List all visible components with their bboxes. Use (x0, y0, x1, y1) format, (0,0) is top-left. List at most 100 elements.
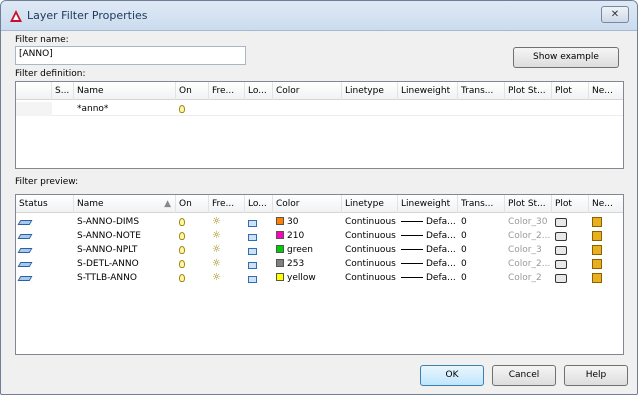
transparency-cell[interactable]: 0 (458, 215, 505, 229)
preview-col-freeze[interactable]: Fre... (209, 195, 245, 213)
color-cell[interactable]: 253 (273, 257, 342, 271)
close-button[interactable]: ✕ (601, 6, 629, 23)
preview-col-lineweight[interactable]: Lineweight (398, 195, 458, 213)
preview-col-linetype[interactable]: Linetype (342, 195, 398, 213)
lineweight-cell[interactable]: Defa... (398, 243, 458, 257)
preview-col-plotstyle[interactable]: Plot St... (505, 195, 552, 213)
plot-cell[interactable] (552, 215, 589, 229)
filter-definition-grid[interactable]: S... Name On Fre... Lo... Color Linetype… (15, 81, 624, 169)
plotstyle-cell[interactable]: Color_3 (505, 243, 552, 257)
transparency-cell[interactable]: 0 (458, 243, 505, 257)
color-cell[interactable]: yellow (273, 271, 342, 285)
newvp-cell[interactable] (589, 257, 623, 271)
definition-col-on[interactable]: On (176, 82, 209, 100)
definition-row[interactable]: *anno* (16, 102, 623, 116)
definition-col-plot[interactable]: Plot (552, 82, 589, 100)
definition-col-newvp[interactable]: Ne... (589, 82, 623, 100)
definition-col-lineweight[interactable]: Lineweight (398, 82, 458, 100)
plotstyle-cell[interactable]: Color_30 (505, 215, 552, 229)
definition-col-trans[interactable]: Trans... (458, 82, 505, 100)
definition-col-color[interactable]: Color (273, 82, 342, 100)
preview-col-name[interactable]: Name ▲ (74, 195, 176, 213)
lineweight-value: Defa... (426, 259, 456, 269)
on-cell[interactable] (176, 243, 209, 257)
on-cell[interactable] (176, 215, 209, 229)
lock-cell[interactable] (245, 271, 273, 285)
lock-cell[interactable] (245, 229, 273, 243)
linetype-cell[interactable]: Continuous (342, 271, 398, 285)
plot-cell[interactable] (552, 257, 589, 271)
definition-col-plotstyle[interactable]: Plot St... (505, 82, 552, 100)
definition-row-selector[interactable] (16, 102, 52, 116)
transparency-cell[interactable]: 0 (458, 229, 505, 243)
layer-status-icon (17, 234, 33, 239)
preview-row[interactable]: S-ANNO-DIMS ☼ 30 Continuous Defa... 0 Color_30 (16, 215, 623, 229)
new-vp-freeze-icon (592, 259, 602, 269)
newvp-cell[interactable] (589, 229, 623, 243)
filter-preview-label: Filter preview: (15, 177, 79, 187)
on-cell[interactable] (176, 257, 209, 271)
help-button[interactable]: Help (564, 365, 628, 386)
preview-col-plot[interactable]: Plot (552, 195, 589, 213)
lock-cell[interactable] (245, 243, 273, 257)
definition-col-linetype[interactable]: Linetype (342, 82, 398, 100)
plot-cell[interactable] (552, 229, 589, 243)
definition-name-cell[interactable]: *anno* (74, 102, 176, 116)
preview-row[interactable]: S-ANNO-NOTE ☼ 210 Continuous Defa... 0 Color_2… (16, 229, 623, 243)
preview-col-lock[interactable]: Lo... (245, 195, 273, 213)
preview-col-on[interactable]: On (176, 195, 209, 213)
plotstyle-cell[interactable]: Color_2... (505, 229, 552, 243)
lock-cell[interactable] (245, 257, 273, 271)
on-cell[interactable] (176, 229, 209, 243)
lock-cell[interactable] (245, 215, 273, 229)
definition-on-cell[interactable] (176, 102, 209, 116)
lineweight-cell[interactable]: Defa... (398, 257, 458, 271)
preview-col-trans[interactable]: Trans... (458, 195, 505, 213)
newvp-cell[interactable] (589, 215, 623, 229)
transparency-cell[interactable]: 0 (458, 271, 505, 285)
freeze-cell[interactable]: ☼ (209, 271, 245, 285)
color-cell[interactable]: 30 (273, 215, 342, 229)
color-cell[interactable]: green (273, 243, 342, 257)
definition-header-blank (16, 82, 52, 100)
definition-col-name[interactable]: Name (74, 82, 176, 100)
freeze-cell[interactable]: ☼ (209, 229, 245, 243)
lineweight-cell[interactable]: Defa... (398, 215, 458, 229)
linetype-cell[interactable]: Continuous (342, 229, 398, 243)
preview-col-name-label: Name (77, 199, 104, 209)
linetype-cell[interactable]: Continuous (342, 257, 398, 271)
definition-col-freeze[interactable]: Fre... (209, 82, 245, 100)
lightbulb-on-icon (179, 105, 185, 113)
definition-col-status[interactable]: S... (52, 82, 74, 100)
freeze-cell[interactable]: ☼ (209, 243, 245, 257)
filter-preview-grid[interactable]: Status Name ▲ On Fre... Lo... Color Linet… (15, 194, 624, 355)
color-cell[interactable]: 210 (273, 229, 342, 243)
preview-row[interactable]: S-TTLB-ANNO ☼ yellow Continuous Defa... 0 Colo… (16, 271, 623, 285)
plotstyle-cell[interactable]: Color_2 (505, 271, 552, 285)
preview-col-newvp[interactable]: Ne... (589, 195, 623, 213)
linetype-cell[interactable]: Continuous (342, 215, 398, 229)
on-cell[interactable] (176, 271, 209, 285)
title-bar[interactable]: Layer Filter Properties ✕ (1, 1, 637, 31)
cancel-button[interactable]: Cancel (492, 365, 556, 386)
preview-row[interactable]: S-ANNO-NPLT ☼ green Continuous Defa... 0 Color… (16, 243, 623, 257)
preview-col-color[interactable]: Color (273, 195, 342, 213)
plotstyle-cell[interactable]: Color_2... (505, 257, 552, 271)
newvp-cell[interactable] (589, 243, 623, 257)
preview-row[interactable]: S-DETL-ANNO ☼ 253 Continuous Defa... 0 Color_2… (16, 257, 623, 271)
newvp-cell[interactable] (589, 271, 623, 285)
ok-button[interactable]: OK (420, 365, 484, 386)
filter-name-input[interactable]: [ANNO] (15, 46, 246, 65)
freeze-cell[interactable]: ☼ (209, 257, 245, 271)
definition-col-lock[interactable]: Lo... (245, 82, 273, 100)
linetype-cell[interactable]: Continuous (342, 243, 398, 257)
lineweight-cell[interactable]: Defa... (398, 271, 458, 285)
plot-cell[interactable] (552, 243, 589, 257)
plot-cell[interactable] (552, 271, 589, 285)
lineweight-cell[interactable]: Defa... (398, 229, 458, 243)
status-cell (16, 257, 74, 271)
preview-col-status[interactable]: Status (16, 195, 74, 213)
transparency-cell[interactable]: 0 (458, 257, 505, 271)
freeze-cell[interactable]: ☼ (209, 215, 245, 229)
show-example-button[interactable]: Show example (513, 47, 619, 68)
